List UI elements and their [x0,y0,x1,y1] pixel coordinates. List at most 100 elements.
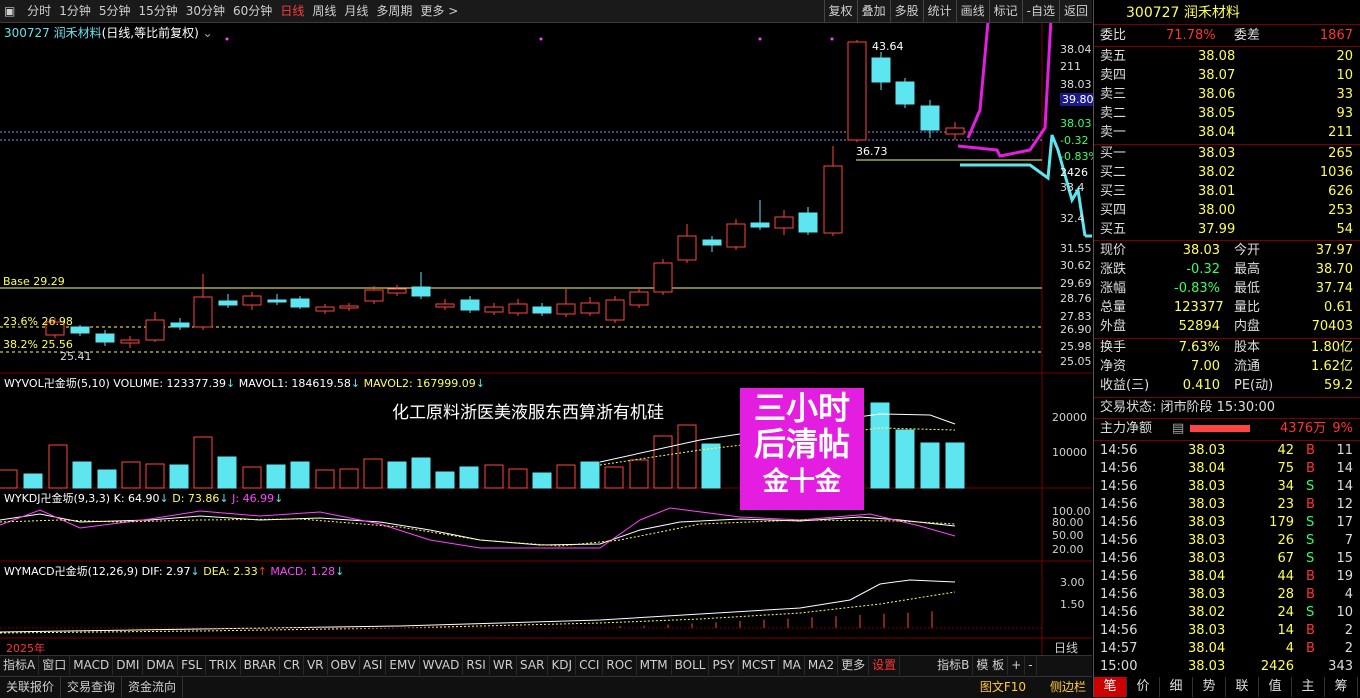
tick-price: 38.03 [1188,515,1226,530]
book-row[interactable]: 卖五 38.08 20 [1094,48,1360,66]
tool-button-3[interactable]: 统计 [922,0,956,22]
side-tab-2[interactable]: 细 [1160,677,1193,697]
menu-square-icon[interactable]: ▣ [0,0,19,22]
period-tab-3[interactable]: 15分钟 [134,0,181,22]
side-tab-5[interactable]: 值 [1259,677,1292,697]
tick-side: B [1306,497,1315,512]
period-tab-8[interactable]: 月线 [340,0,372,22]
indicator-tab-22[interactable]: PSY [709,656,739,675]
book-row[interactable]: 买二 38.02 1036 [1094,164,1360,182]
macd-indicator-header[interactable]: WYMACD卍金坜(12,26,9) DIF: 2.97↓ DEA: 2.33↑… [4,563,344,579]
period-tab-2[interactable]: 5分钟 [95,0,135,22]
indicator-tab-15[interactable]: WR [490,656,518,675]
indicator-tab-16[interactable]: SAR [517,656,549,675]
period-tab-6[interactable]: 日线 [276,0,308,22]
indicator-tab-9[interactable]: VR [304,656,328,675]
indicator-tab-23[interactable]: MCST [739,656,780,675]
side-tab-6[interactable]: 主 [1292,677,1325,697]
indicator-tab-25[interactable]: MA2 [805,656,839,675]
book-row[interactable]: 卖三 38.06 33 [1094,86,1360,104]
tool-button-7[interactable]: 返回 [1058,0,1092,22]
tick-row: 14:56 38.03 28 B 4 [1094,586,1360,604]
book-row[interactable]: 买一 38.03 265 [1094,145,1360,163]
mavol1-value: MAVOL1: 184619.58 [238,377,351,390]
price-axis-label: 31.55 [1060,242,1092,255]
list-icon[interactable]: ▤ [1172,420,1184,438]
candle-body [702,239,722,246]
period-tab-9[interactable]: 多周期 [372,0,416,22]
indicator-tab-20[interactable]: MTM [637,656,672,675]
tool-button-5[interactable]: 标记 [988,0,1022,22]
indicator-tab-24[interactable]: MA [779,656,805,675]
indicator-tab-19[interactable]: ROC [603,656,637,675]
sidebar-button[interactable]: 侧边栏 [1044,677,1092,697]
indicator-tab-13[interactable]: WVAD [420,656,464,675]
tool-button-1[interactable]: 叠加 [856,0,890,22]
tick-price: 38.03 [1188,443,1226,458]
period-tab-0[interactable]: 分时 [23,0,55,22]
indicator-tab-2[interactable]: MACD [70,656,114,675]
indicator-tab-30[interactable]: + [1008,656,1026,675]
f10-button[interactable]: 图文F10 [974,677,1032,697]
indicator-tab-29[interactable]: 模 板 [973,656,1009,675]
period-tab-4[interactable]: 30分钟 [182,0,229,22]
indicator-tab-11[interactable]: ASI [360,656,387,675]
side-tab-1[interactable]: 价 [1127,677,1160,697]
indicator-tab-12[interactable]: EMV [386,656,420,675]
period-tab-10[interactable]: 更多 > [416,0,462,22]
tool-button-6[interactable]: -自选 [1021,0,1059,22]
period-tab-1[interactable]: 1分钟 [55,0,95,22]
indicator-tab-6[interactable]: TRIX [206,656,241,675]
side-tab-0[interactable]: 笔 [1094,677,1127,697]
indicator-tab-27[interactable]: 设置 [869,656,901,675]
period-tab-5[interactable]: 60分钟 [229,0,276,22]
indicator-tab-21[interactable]: BOLL [672,656,710,675]
indicator-tab-31[interactable]: - [1025,656,1037,675]
book-row[interactable]: 买四 38.00 253 [1094,202,1360,220]
tick-time: 15:00 [1100,659,1138,674]
kline-chart[interactable] [0,23,1092,655]
book-row[interactable]: 买三 38.01 626 [1094,183,1360,201]
indicator-tab-5[interactable]: FSL [178,656,207,675]
indicator-tab-26[interactable]: 更多 [838,656,870,675]
tool-button-0[interactable]: 复权 [823,0,857,22]
indicator-tab-8[interactable]: CR [280,656,304,675]
macd-axis-3: 3.00 [1060,576,1085,589]
status-link-quote[interactable]: 关联报价 [0,677,62,697]
indicator-tab-1[interactable]: 窗口 [39,656,71,675]
side-tab-3[interactable]: 势 [1193,677,1226,697]
tool-button-2[interactable]: 多股 [889,0,923,22]
volume-indicator-header[interactable]: WYVOL卍金坜(5,10) VOLUME: 123377.39↓ MAVOL1… [4,375,485,391]
indicator-tab-18[interactable]: CCI [576,656,604,675]
tick-time: 14:56 [1100,605,1138,620]
side-tab-7[interactable]: 筹 [1325,677,1358,697]
indicator-tab-14[interactable]: RSI [463,656,490,675]
book-row[interactable]: 卖四 38.07 10 [1094,67,1360,85]
indicator-tab-4[interactable]: DMA [143,656,179,675]
book-row[interactable]: 买五 37.99 54 [1094,221,1360,239]
indicator-tab-7[interactable]: BRAR [241,656,281,675]
book-row[interactable]: 卖一 38.04 211 [1094,124,1360,142]
kdj-indicator-header[interactable]: WYKDJ卍金坜(9,3,3) K: 64.90↓ D: 73.86↓ J: 4… [4,490,283,506]
tool-button-4[interactable]: 画线 [955,0,989,22]
indicator-tabs: 指标A 窗口 MACD DMI DMA FSL TRIX BRAR CR VR OBV ASI EMV W… [0,655,1092,676]
status-link-flow[interactable]: 资金流向 [122,677,184,697]
chart-area[interactable] [0,23,1092,655]
dropdown-icon[interactable]: ⌄ [203,26,213,40]
side-tab-4[interactable]: 联 [1226,677,1259,697]
volume-bar [290,461,310,489]
indicator-tab-0[interactable]: 指标A [0,656,40,675]
volume-bar [701,443,721,489]
tick-row: 14:56 38.04 44 B 19 [1094,568,1360,586]
indicator-tab-17[interactable]: KDJ [548,656,577,675]
period-tab-7[interactable]: 周线 [308,0,340,22]
tick-side: S [1306,605,1315,620]
indicator-tab-10[interactable]: OBV [328,656,361,675]
tick-volume: 179 [1269,515,1294,530]
book-volume: 1036 [1319,165,1353,180]
indicator-tab-3[interactable]: DMI [113,656,144,675]
indicator-tab-28[interactable]: 指标B [934,656,974,675]
status-link-trade[interactable]: 交易查询 [61,677,123,697]
tick-count: 4 [1344,587,1353,602]
book-row[interactable]: 卖二 38.05 93 [1094,105,1360,123]
